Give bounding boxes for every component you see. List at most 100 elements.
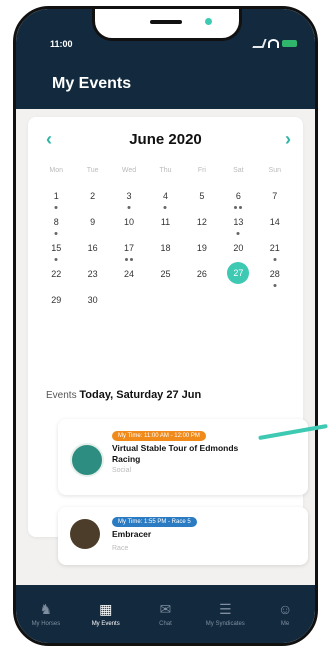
tab-my-horses[interactable]: ♞ My Horses xyxy=(16,601,76,627)
calendar-day[interactable]: 28 xyxy=(257,265,293,291)
notch xyxy=(92,9,242,41)
day-number: 20 xyxy=(233,243,244,253)
calendar-day[interactable]: 5 xyxy=(184,187,220,213)
time-badge: My Time: 11:00 AM - 12:00 PM xyxy=(112,431,206,441)
chevron-right-icon[interactable]: › xyxy=(285,129,291,150)
calendar-day[interactable]: 7 xyxy=(257,187,293,213)
calendar-day[interactable]: 2 xyxy=(74,187,110,213)
day-number: 29 xyxy=(51,295,62,305)
day-number: 8 xyxy=(53,217,59,227)
day-number: 22 xyxy=(51,269,62,279)
day-number: 4 xyxy=(162,191,168,201)
chat-icon: ✉ xyxy=(159,601,172,617)
tab-label: Me xyxy=(280,621,290,627)
event-type: Race xyxy=(112,545,129,552)
calendar-day[interactable]: 30 xyxy=(74,291,110,317)
calendar-day[interactable]: 4 xyxy=(147,187,183,213)
calendar-day[interactable]: 1 xyxy=(38,187,74,213)
calendar-day[interactable]: 18 xyxy=(147,239,183,265)
day-number: 2 xyxy=(90,191,96,201)
calendar-day[interactable]: 23 xyxy=(74,265,110,291)
event-card[interactable]: My Time: 1:55 PM - Race 5 Embracer Race xyxy=(58,507,308,565)
calendar-day[interactable]: 14 xyxy=(257,213,293,239)
weekday-label: Sat xyxy=(233,167,244,174)
calendar-day[interactable]: 9 xyxy=(74,213,110,239)
calendar-day[interactable]: 10 xyxy=(111,213,147,239)
day-number: 3 xyxy=(126,191,132,201)
day-number: 11 xyxy=(160,217,171,227)
event-name: Embracer xyxy=(112,529,152,539)
events-heading-prefix: Events xyxy=(46,390,77,401)
event-dot-indicator xyxy=(236,232,240,235)
page-title: My Events xyxy=(52,75,132,92)
calendar-day[interactable]: 16 xyxy=(74,239,110,265)
speaker xyxy=(150,20,182,24)
calendar-day[interactable]: 25 xyxy=(147,265,183,291)
weekday-label: Tue xyxy=(86,167,99,174)
day-number: 14 xyxy=(269,217,280,227)
day-number: 15 xyxy=(51,243,62,253)
calendar-day[interactable]: 22 xyxy=(38,265,74,291)
horse-icon: ♞ xyxy=(39,601,53,617)
day-number: 19 xyxy=(196,243,207,253)
weekday-header: Mon Tue Wed Thu Fri Sat Sun xyxy=(38,167,293,174)
horse-photo-icon xyxy=(70,519,100,549)
calendar-day[interactable]: 29 xyxy=(38,291,74,317)
day-number: 18 xyxy=(160,243,171,253)
day-number: 26 xyxy=(196,269,207,279)
day-number: 27 xyxy=(227,262,250,284)
status-time: 11:00 xyxy=(50,39,73,49)
phone-frame: 11:00 My Events ‹ June 2020 › Mon Tue Wed T… xyxy=(13,6,318,646)
tab-label: My Syndicates xyxy=(205,621,245,627)
calendar-day[interactable]: 11 xyxy=(147,213,183,239)
calendar-day[interactable]: 19 xyxy=(184,239,220,265)
event-dot-indicator xyxy=(273,284,277,287)
month-row: ‹ June 2020 › xyxy=(28,129,303,151)
weekday-label: Mon xyxy=(49,167,64,174)
calendar-day[interactable]: 15 xyxy=(38,239,74,265)
weekday-label: Wed xyxy=(121,167,137,174)
weekday-label: Thu xyxy=(159,167,172,174)
tab-me[interactable]: ☺ Me xyxy=(255,601,315,627)
calendar-day[interactable]: 3 xyxy=(111,187,147,213)
wifi-icon xyxy=(268,39,279,48)
day-number: 21 xyxy=(269,243,280,253)
day-number: 28 xyxy=(269,269,280,279)
calendar-day[interactable]: 24 xyxy=(111,265,147,291)
day-number: 5 xyxy=(199,191,205,201)
day-number: 1 xyxy=(53,191,59,201)
day-number: 7 xyxy=(272,191,278,201)
person-icon: ☺ xyxy=(277,601,293,617)
events-heading-date: Today, Saturday 27 Jun xyxy=(79,389,202,401)
calendar-day[interactable]: 26 xyxy=(184,265,220,291)
calendar-day[interactable]: 12 xyxy=(184,213,220,239)
calendar-day-selected[interactable]: 27 xyxy=(220,262,256,291)
day-number: 23 xyxy=(87,269,98,279)
signal-icon xyxy=(252,39,267,48)
day-number: 9 xyxy=(90,217,96,227)
day-number: 12 xyxy=(196,217,207,227)
calendar-day[interactable]: 21 xyxy=(257,239,293,265)
calendar-day[interactable]: 6 xyxy=(220,187,256,213)
day-number: 24 xyxy=(124,269,135,279)
month-label: June 2020 xyxy=(129,131,202,148)
tab-bar: ♞ My Horses ▦ My Events ✉ Chat ☰ My Syndicat… xyxy=(16,585,315,643)
tab-chat[interactable]: ✉ Chat xyxy=(136,601,196,627)
tooth-logo-icon xyxy=(70,443,104,477)
calendar-day[interactable]: 8 xyxy=(38,213,74,239)
day-number: 16 xyxy=(87,243,98,253)
tab-label: Chat xyxy=(159,621,172,627)
calendar-icon: ▦ xyxy=(99,601,113,617)
calendar-day[interactable]: 17 xyxy=(111,239,147,265)
event-dot-indicator xyxy=(54,232,58,235)
calendar-grid: 1 2 3 4 5 6 7 8 9 10 11 12 13 14 15 16 17 18 19 20 21 22 23 24 2… xyxy=(38,187,293,317)
tab-my-syndicates[interactable]: ☰ My Syndicates xyxy=(195,601,255,627)
day-number: 13 xyxy=(233,217,244,227)
event-card[interactable]: My Time: 11:00 AM - 12:00 PM Virtual Sta… xyxy=(58,419,308,495)
tab-my-events[interactable]: ▦ My Events xyxy=(76,601,136,627)
event-dot-indicator xyxy=(125,258,134,261)
day-number: 25 xyxy=(160,269,171,279)
calendar-day[interactable]: 13 xyxy=(220,213,256,239)
event-dot-indicator xyxy=(54,206,58,209)
event-type: Social xyxy=(112,467,132,474)
